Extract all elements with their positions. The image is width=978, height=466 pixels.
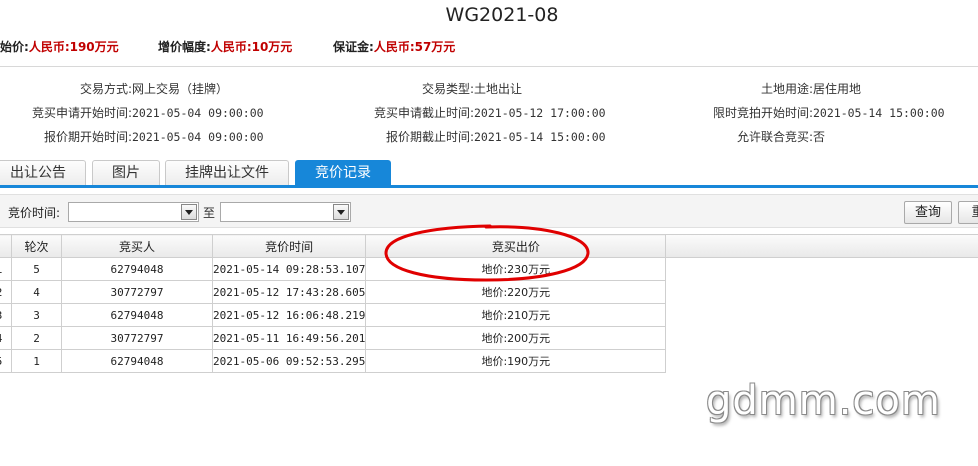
- page-title: WG2021-08: [445, 4, 559, 26]
- table-header-extension: [663, 234, 978, 258]
- col-round-header: 轮次: [11, 234, 62, 258]
- to-label: 至: [203, 206, 216, 220]
- apply-start-label: 竞买申请开始时间:: [31, 106, 132, 120]
- land-use: 土地用途:居住用地: [680, 80, 861, 97]
- price-summary-bar: 起始价:人民币:190万元 增价幅度:人民币:10万元 保证金:人民币:57万元: [0, 38, 978, 56]
- row-index: 2: [0, 280, 12, 304]
- joint-value: 否: [813, 130, 826, 144]
- trade-mode-value: 网上交易（挂牌）: [132, 82, 229, 96]
- row-time: 2021-05-11 16:49:56.201: [211, 326, 367, 350]
- filter-bar: 竞价时间: 至 查询 重: [0, 194, 978, 228]
- col-bidder-header: 竞买人: [61, 234, 213, 258]
- chevron-down-icon[interactable]: [181, 204, 197, 220]
- bid-time-label: 竞价时间:: [8, 206, 61, 220]
- tab-bar: 出让公告 图片 挂牌出让文件 竞价记录: [0, 160, 978, 186]
- deposit-label: 保证金:: [333, 40, 374, 54]
- watermark: gdmm.com: [706, 378, 941, 424]
- row-index: 4: [0, 326, 12, 350]
- row-price: 地价:210万元: [365, 303, 667, 327]
- table-row: 3 3 62794048 2021-05-12 16:06:48.219 地价:…: [0, 303, 667, 327]
- trade-type-value: 土地出让: [474, 82, 523, 96]
- deposit-value: 人民币:57万元: [373, 40, 456, 54]
- row-round: 5: [11, 257, 62, 281]
- trade-mode-label: 交易方式:: [79, 82, 132, 96]
- row-round: 4: [11, 280, 62, 304]
- start-price-group: 起始价:人民币:190万元: [0, 38, 119, 55]
- table-row: 5 1 62794048 2021-05-06 09:52:53.295 地价:…: [0, 349, 667, 373]
- timed-start-value: 2021-05-14 15:00:00: [813, 106, 945, 120]
- col-price-header: 竞买出价: [365, 234, 667, 258]
- land-info-panel: 交易方式:网上交易（挂牌） 交易类型:土地出让 土地用途:居住用地 竞买申请开始…: [0, 78, 978, 150]
- row-bidder: 30772797: [61, 280, 213, 304]
- row-time: 2021-05-12 17:43:28.605: [211, 280, 367, 304]
- bid-time-from-select[interactable]: [68, 202, 199, 222]
- row-time: 2021-05-12 16:06:48.219: [211, 303, 367, 327]
- apply-end-value: 2021-05-12 17:00:00: [474, 106, 606, 120]
- row-index: 3: [0, 303, 12, 327]
- apply-start-value: 2021-05-04 09:00:00: [132, 106, 264, 120]
- table-row: 1 5 62794048 2021-05-14 09:28:53.107 地价:…: [0, 257, 667, 281]
- row-index: 1: [0, 257, 12, 281]
- timed-start-label: 限时竞拍开始时间:: [712, 106, 813, 120]
- increment-value: 人民币:10万元: [210, 40, 293, 54]
- tab-announcement[interactable]: 出让公告: [0, 160, 86, 186]
- trade-type-label: 交易类型:: [421, 82, 474, 96]
- bid-records-table: 轮次 竞买人 竞价时间 竞买出价 1 5 62794048 2021-05-14…: [0, 234, 667, 373]
- row-time: 2021-05-06 09:52:53.295: [211, 349, 367, 373]
- apply-start: 竞买申请开始时间:2021-05-04 09:00:00: [0, 104, 264, 121]
- timed-auction-start: 限时竞拍开始时间:2021-05-14 15:00:00: [680, 104, 945, 121]
- row-price: 地价:220万元: [365, 280, 667, 304]
- joint-bidding: 允许联合竞买:否: [680, 128, 825, 145]
- quote-start: 报价期开始时间:2021-05-04 09:00:00: [0, 128, 264, 145]
- start-price-value: 人民币:190万元: [28, 40, 119, 54]
- apply-end-label: 竞买申请截止时间:: [373, 106, 474, 120]
- land-use-value: 居住用地: [813, 82, 862, 96]
- row-bidder: 62794048: [61, 303, 213, 327]
- row-round: 2: [11, 326, 62, 350]
- row-bidder: 62794048: [61, 257, 213, 281]
- trade-type: 交易类型:土地出让: [340, 80, 522, 97]
- row-round: 1: [11, 349, 62, 373]
- increment-label: 增价幅度:: [158, 40, 211, 54]
- row-bidder: 62794048: [61, 349, 213, 373]
- col-time-header: 竞价时间: [211, 234, 367, 258]
- query-button[interactable]: 查询: [904, 201, 952, 224]
- quote-start-label: 报价期开始时间:: [43, 130, 132, 144]
- table-row: 2 4 30772797 2021-05-12 17:43:28.605 地价:…: [0, 280, 667, 304]
- apply-end: 竞买申请截止时间:2021-05-12 17:00:00: [340, 104, 606, 121]
- tab-bid-records[interactable]: 竞价记录: [295, 160, 391, 186]
- divider: [0, 66, 978, 67]
- trade-mode: 交易方式:网上交易（挂牌）: [0, 80, 228, 97]
- tab-pictures[interactable]: 图片: [92, 160, 160, 186]
- row-price: 地价:190万元: [365, 349, 667, 373]
- row-price: 地价:200万元: [365, 326, 667, 350]
- row-index: 5: [0, 349, 12, 373]
- row-bidder: 30772797: [61, 326, 213, 350]
- quote-end-value: 2021-05-14 15:00:00: [474, 130, 606, 144]
- reset-button[interactable]: 重: [958, 201, 978, 224]
- row-price: 地价:230万元: [365, 257, 667, 281]
- table-row: 4 2 30772797 2021-05-11 16:49:56.201 地价:…: [0, 326, 667, 350]
- table-header-row: 轮次 竞买人 竞价时间 竞买出价: [0, 234, 667, 258]
- row-time: 2021-05-14 09:28:53.107: [211, 257, 367, 281]
- increment-group: 增价幅度:人民币:10万元: [158, 38, 292, 55]
- start-price-label: 起始价:: [0, 40, 29, 54]
- col-index-header: [0, 234, 12, 258]
- tab-listing-documents[interactable]: 挂牌出让文件: [165, 160, 289, 186]
- deposit-group: 保证金:人民币:57万元: [333, 38, 455, 55]
- tab-underline: [0, 185, 978, 188]
- row-round: 3: [11, 303, 62, 327]
- land-use-label: 土地用途:: [760, 82, 813, 96]
- quote-start-value: 2021-05-04 09:00:00: [132, 130, 264, 144]
- joint-label: 允许联合竞买:: [736, 130, 813, 144]
- bid-time-to-select[interactable]: [220, 202, 351, 222]
- quote-end: 报价期截止时间:2021-05-14 15:00:00: [340, 128, 606, 145]
- chevron-down-icon[interactable]: [333, 204, 349, 220]
- quote-end-label: 报价期截止时间:: [385, 130, 474, 144]
